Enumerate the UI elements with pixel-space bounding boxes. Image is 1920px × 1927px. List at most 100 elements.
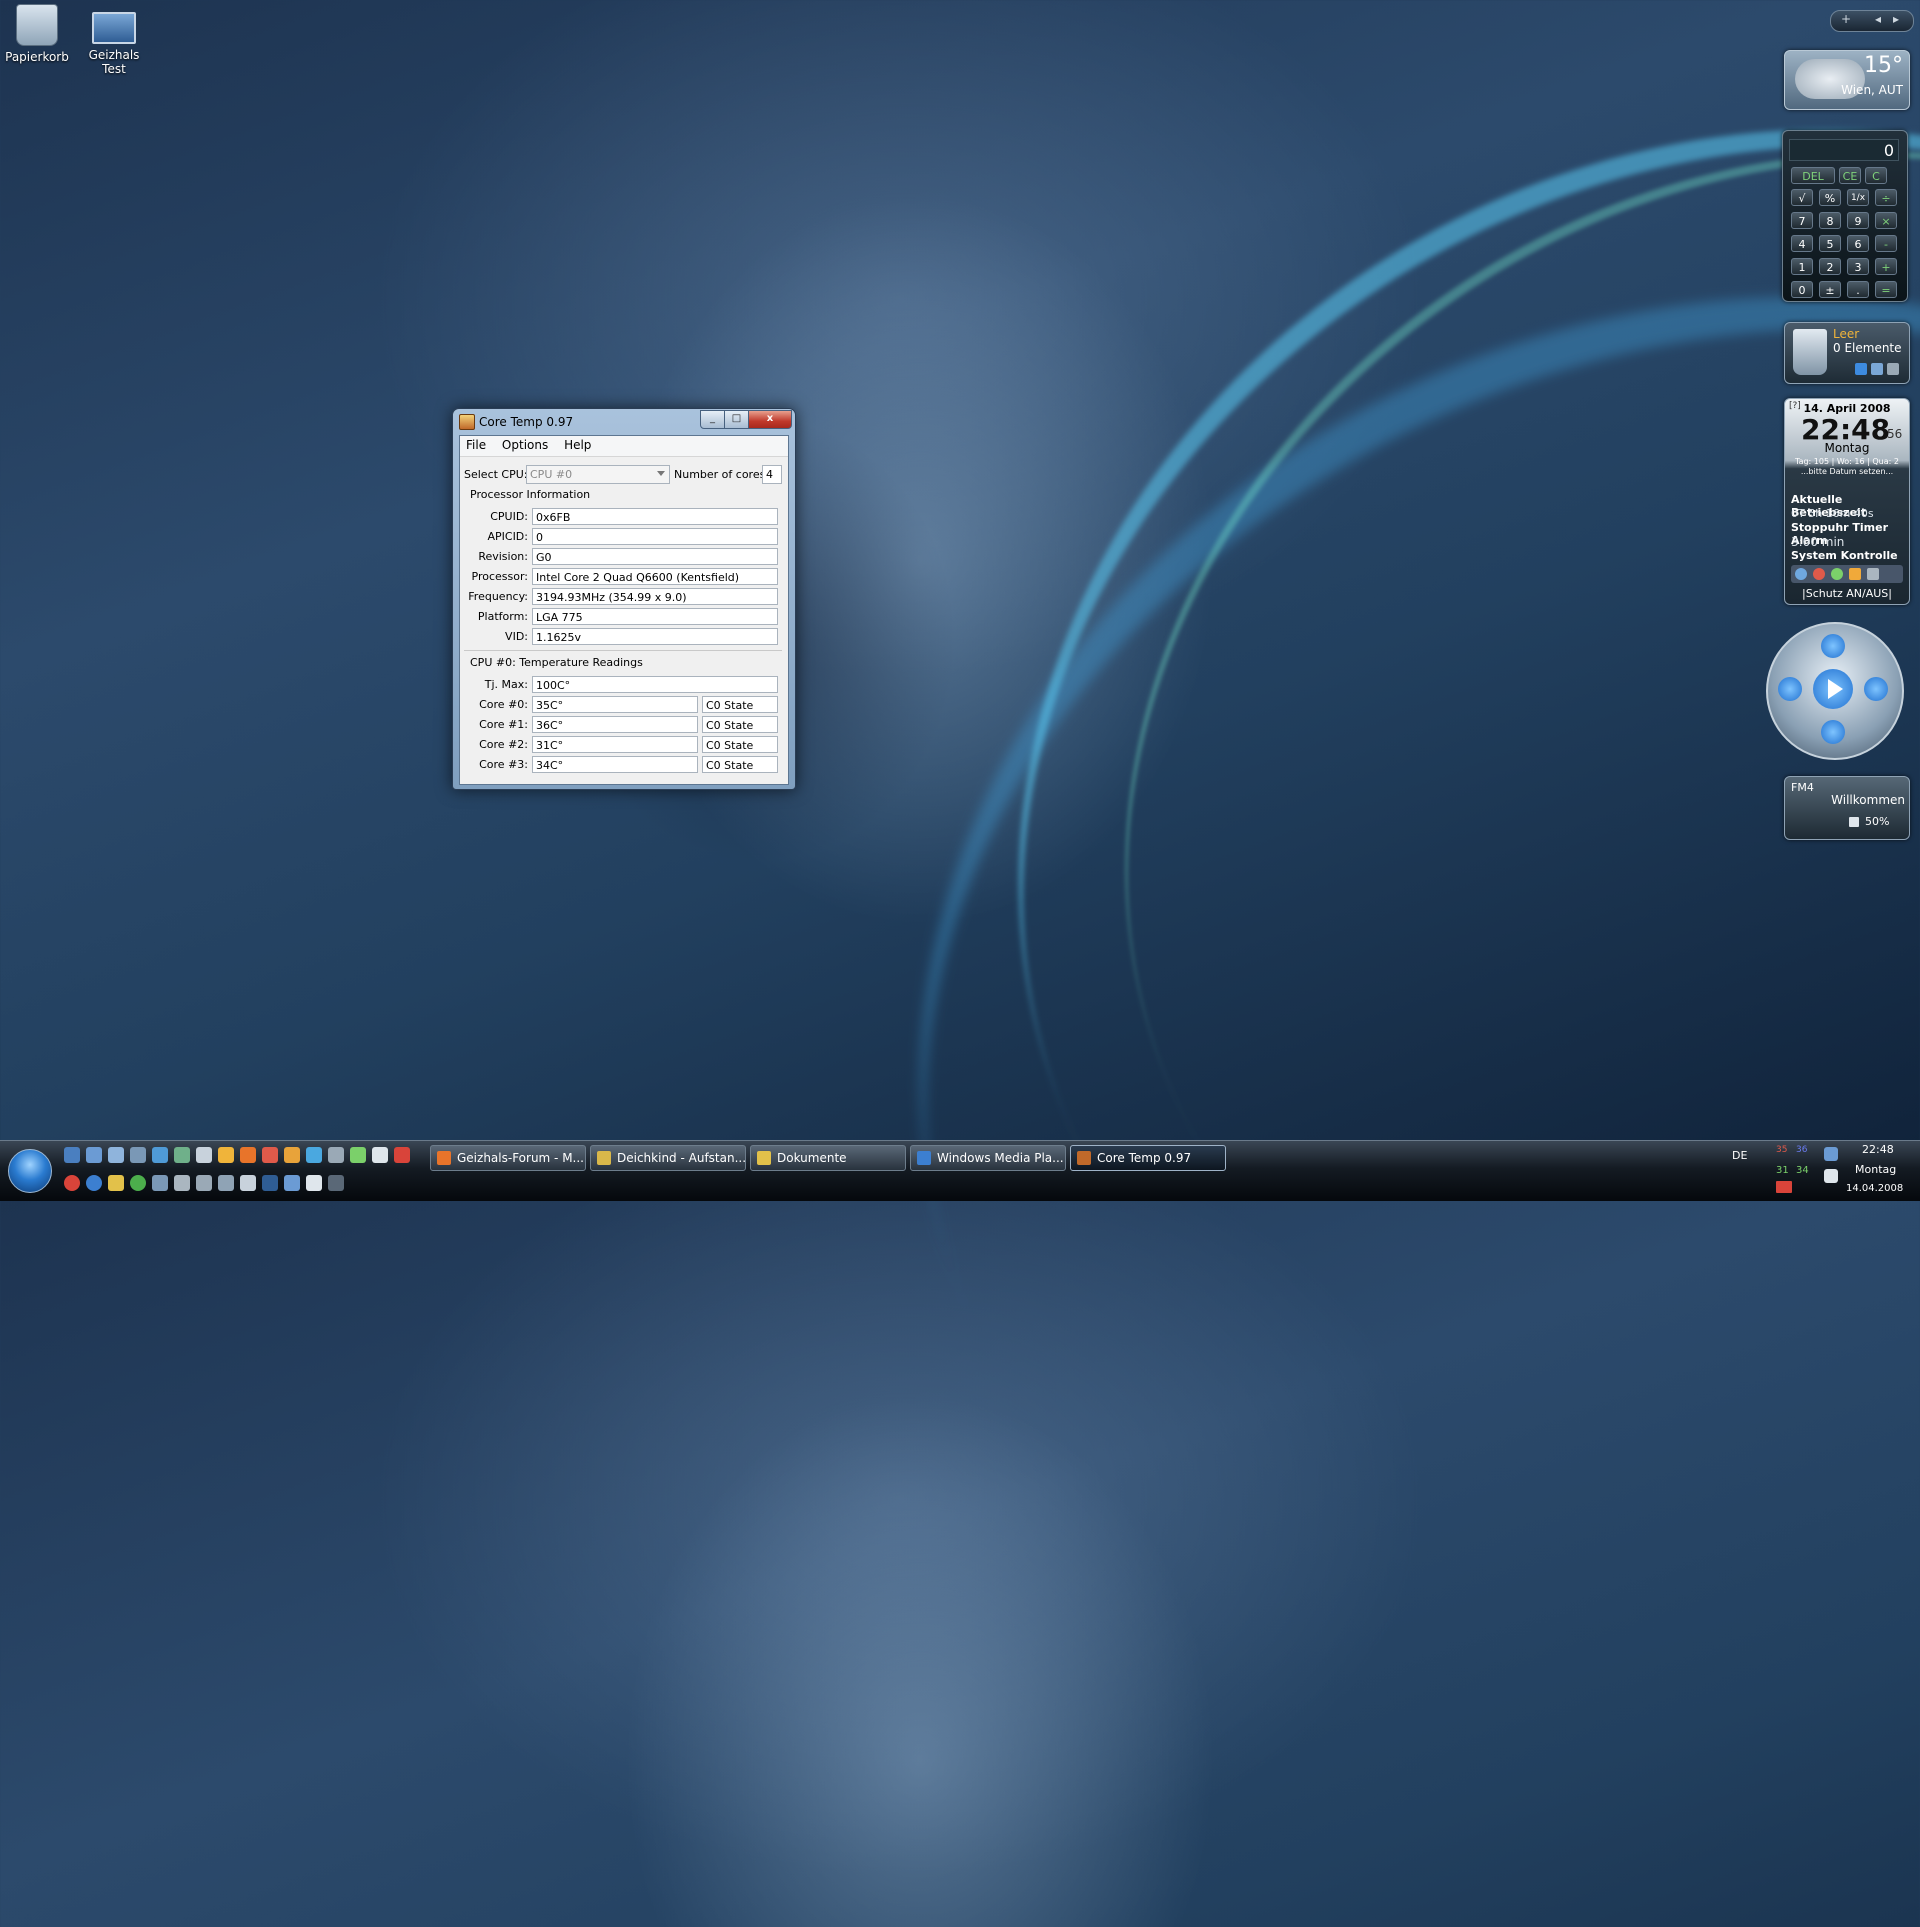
headphones-icon[interactable] — [328, 1147, 344, 1163]
desktop-icon-recycle-bin[interactable]: Papierkorb — [0, 4, 74, 64]
restart-icon[interactable] — [1813, 568, 1825, 580]
transfer-icon[interactable] — [240, 1175, 256, 1191]
calc-key-ce[interactable]: CE — [1839, 167, 1861, 184]
revision-value: G0 — [532, 548, 778, 565]
calc-key-multiply[interactable]: × — [1875, 212, 1897, 229]
tray-time[interactable]: 22:48 — [1862, 1143, 1894, 1156]
minimize-button[interactable]: _ — [700, 410, 725, 429]
next-track-button[interactable] — [1864, 677, 1888, 701]
desktop-icon-geizhals-test[interactable]: Geizhals Test — [77, 4, 151, 76]
display-icon[interactable] — [152, 1175, 168, 1191]
calc-key-sqrt[interactable]: √ — [1791, 189, 1813, 206]
network-icon[interactable] — [196, 1147, 212, 1163]
printer-icon[interactable] — [196, 1175, 212, 1191]
network-tray-icon[interactable] — [1824, 1147, 1838, 1161]
select-cpu-label: Select CPU: — [464, 468, 528, 481]
menu-help[interactable]: Help — [558, 436, 597, 454]
task-windows-media-player[interactable]: Windows Media Pla... — [910, 1145, 1066, 1171]
tray-date[interactable]: 14.04.2008 — [1846, 1183, 1903, 1194]
calc-key-9[interactable]: 9 — [1847, 212, 1869, 229]
calc-key-divide[interactable]: ÷ — [1875, 189, 1897, 206]
wrench-icon[interactable] — [284, 1175, 300, 1191]
network-drive-icon[interactable] — [218, 1175, 234, 1191]
update-icon[interactable] — [130, 1175, 146, 1191]
calc-key-del[interactable]: DEL — [1791, 167, 1835, 184]
folder-icon[interactable] — [108, 1175, 124, 1191]
calc-key-reciprocal[interactable]: 1/x — [1847, 189, 1869, 206]
show-desktop-icon[interactable] — [64, 1147, 80, 1163]
calc-key-1[interactable]: 1 — [1791, 258, 1813, 275]
calculator-icon[interactable] — [174, 1175, 190, 1191]
info-icon[interactable] — [218, 1147, 234, 1163]
language-indicator[interactable]: DE — [1732, 1149, 1747, 1162]
prev-gadget-page-button[interactable]: ◂ — [1875, 12, 1881, 26]
power-icon[interactable] — [1795, 568, 1807, 580]
task-firefox[interactable]: Geizhals-Forum - M... — [430, 1145, 586, 1171]
lock-icon[interactable] — [1849, 568, 1861, 580]
explorer-icon[interactable] — [108, 1147, 124, 1163]
calc-key-decimal[interactable]: . — [1847, 281, 1869, 298]
media-icon[interactable] — [262, 1147, 278, 1163]
maximize-button[interactable]: □ — [724, 410, 749, 429]
calc-key-7[interactable]: 7 — [1791, 212, 1813, 229]
stop-button[interactable] — [1821, 720, 1845, 744]
radio-gadget[interactable]: FM4 Willkommen 50% — [1784, 776, 1910, 840]
menu-file[interactable]: File — [460, 436, 492, 454]
calc-key-6[interactable]: 6 — [1847, 235, 1869, 252]
opera-icon[interactable] — [64, 1175, 80, 1191]
cmd-icon[interactable] — [262, 1175, 278, 1191]
refresh-icon[interactable] — [1855, 363, 1867, 375]
empty-bin-icon[interactable] — [1871, 363, 1883, 375]
thunderbird-icon[interactable] — [86, 1175, 102, 1191]
ati-tray-icon[interactable] — [1776, 1181, 1792, 1193]
utility-icon[interactable] — [152, 1147, 168, 1163]
calc-key-minus[interactable]: - — [1875, 235, 1897, 252]
logoff-icon[interactable] — [1867, 568, 1879, 580]
task-coretemp[interactable]: Core Temp 0.97 — [1070, 1145, 1226, 1171]
settings-icon[interactable] — [1887, 363, 1899, 375]
app-icon[interactable] — [394, 1147, 410, 1163]
calc-key-c[interactable]: C — [1865, 167, 1887, 184]
select-cpu-dropdown[interactable]: CPU #0 — [526, 465, 670, 484]
spreadsheet-icon[interactable] — [174, 1147, 190, 1163]
close-button[interactable]: x — [748, 410, 792, 429]
calc-key-plus[interactable]: + — [1875, 258, 1897, 275]
task-dokumente[interactable]: Dokumente — [750, 1145, 906, 1171]
start-button[interactable] — [8, 1149, 52, 1193]
calc-key-5[interactable]: 5 — [1819, 235, 1841, 252]
steam-icon[interactable] — [372, 1147, 388, 1163]
add-gadget-button[interactable]: + — [1841, 12, 1851, 26]
tool-icon[interactable] — [284, 1147, 300, 1163]
calc-key-8[interactable]: 8 — [1819, 212, 1841, 229]
calc-key-2[interactable]: 2 — [1819, 258, 1841, 275]
gear-icon[interactable] — [350, 1147, 366, 1163]
next-gadget-page-button[interactable]: ▸ — [1893, 12, 1899, 26]
recycle-bin-gadget[interactable]: Leer 0 Elemente — [1784, 322, 1910, 384]
switch-windows-icon[interactable] — [86, 1147, 102, 1163]
computer-icon[interactable] — [130, 1147, 146, 1163]
switch-player-button[interactable] — [1821, 634, 1845, 658]
volume-tray-icon[interactable] — [1824, 1169, 1838, 1183]
calc-key-sign[interactable]: ± — [1819, 281, 1841, 298]
calc-key-percent[interactable]: % — [1819, 189, 1841, 206]
calc-key-4[interactable]: 4 — [1791, 235, 1813, 252]
speaker-icon[interactable] — [1849, 817, 1859, 827]
weather-gadget[interactable]: 15° Wien, AUT — [1784, 50, 1910, 110]
window-titlebar[interactable]: Core Temp 0.97 _ □ x — [453, 409, 795, 435]
tray-day[interactable]: Montag — [1855, 1163, 1896, 1176]
core0-temp: 35C° — [532, 696, 698, 713]
task-deichkind[interactable]: Deichkind - Aufstan... — [590, 1145, 746, 1171]
terminal-icon[interactable] — [328, 1175, 344, 1191]
menu-options[interactable]: Options — [496, 436, 554, 454]
calc-key-3[interactable]: 3 — [1847, 258, 1869, 275]
previous-track-button[interactable] — [1778, 677, 1802, 701]
firefox-icon[interactable] — [240, 1147, 256, 1163]
timer-value[interactable]: 3:00 min — [1791, 535, 1844, 549]
standby-icon[interactable] — [1831, 568, 1843, 580]
calc-key-0[interactable]: 0 — [1791, 281, 1813, 298]
calc-key-equals[interactable]: = — [1875, 281, 1897, 298]
pen-icon[interactable] — [306, 1175, 322, 1191]
play-button[interactable] — [1813, 669, 1853, 709]
skype-icon[interactable] — [306, 1147, 322, 1163]
protection-toggle[interactable]: |Schutz AN/AUS| — [1785, 587, 1909, 600]
